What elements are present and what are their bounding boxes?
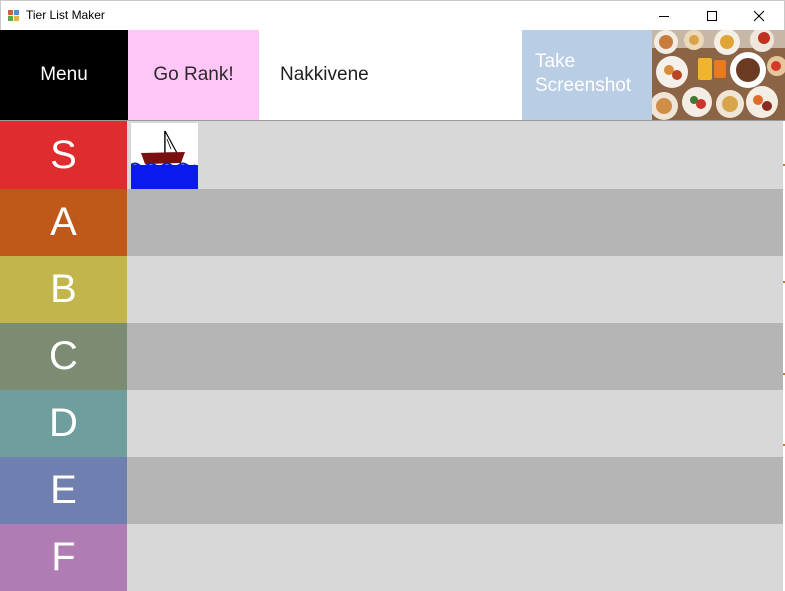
screenshot-label-line2: Screenshot xyxy=(535,75,632,96)
tier-list: S A B C D E F xyxy=(0,120,785,591)
tier-drop-zone-d[interactable] xyxy=(127,390,783,457)
tier-row-b: B xyxy=(0,256,785,323)
take-screenshot-button[interactable]: Take Screenshot xyxy=(522,30,652,120)
tier-row-c: C xyxy=(0,323,785,390)
food-image-button[interactable] xyxy=(652,30,785,120)
tier-row-a: A xyxy=(0,189,785,256)
tier-label-c[interactable]: C xyxy=(0,323,127,390)
title-bar: Tier List Maker xyxy=(0,0,785,30)
tier-label-f[interactable]: F xyxy=(0,524,127,591)
close-icon xyxy=(753,10,765,22)
window-title: Tier List Maker xyxy=(26,8,105,22)
list-name-field[interactable]: Nakkivene xyxy=(259,30,522,120)
sailboat-image[interactable] xyxy=(131,123,198,189)
menu-button[interactable]: Menu xyxy=(0,30,128,120)
tier-label-d[interactable]: D xyxy=(0,390,127,457)
tier-drop-zone-e[interactable] xyxy=(127,457,783,524)
food-buffet-icon xyxy=(652,30,785,120)
tier-row-f: F xyxy=(0,524,785,591)
minimize-button[interactable] xyxy=(641,1,687,31)
go-rank-button[interactable]: Go Rank! xyxy=(128,30,259,120)
maximize-icon xyxy=(707,11,717,21)
minimize-icon xyxy=(659,16,669,17)
maximize-button[interactable] xyxy=(689,1,735,31)
tier-label-e[interactable]: E xyxy=(0,457,127,524)
tier-row-d: D xyxy=(0,390,785,457)
app-icon xyxy=(8,10,20,22)
tier-drop-zone-f[interactable] xyxy=(127,524,783,591)
tier-label-b[interactable]: B xyxy=(0,256,127,323)
tier-label-s[interactable]: S xyxy=(0,121,127,189)
tier-label-a[interactable]: A xyxy=(0,189,127,256)
toolbar: Menu Go Rank! Nakkivene Take Screenshot xyxy=(0,30,785,120)
tier-drop-zone-a[interactable] xyxy=(127,189,783,256)
screenshot-label-line1: Take xyxy=(535,51,576,72)
tier-drop-zone-b[interactable] xyxy=(127,256,783,323)
tier-drop-zone-c[interactable] xyxy=(127,323,783,390)
tier-drop-zone-s[interactable] xyxy=(127,121,783,189)
sailboat-icon xyxy=(131,123,198,189)
tier-row-s: S xyxy=(0,121,785,189)
close-button[interactable] xyxy=(736,1,782,31)
tier-row-e: E xyxy=(0,457,785,524)
